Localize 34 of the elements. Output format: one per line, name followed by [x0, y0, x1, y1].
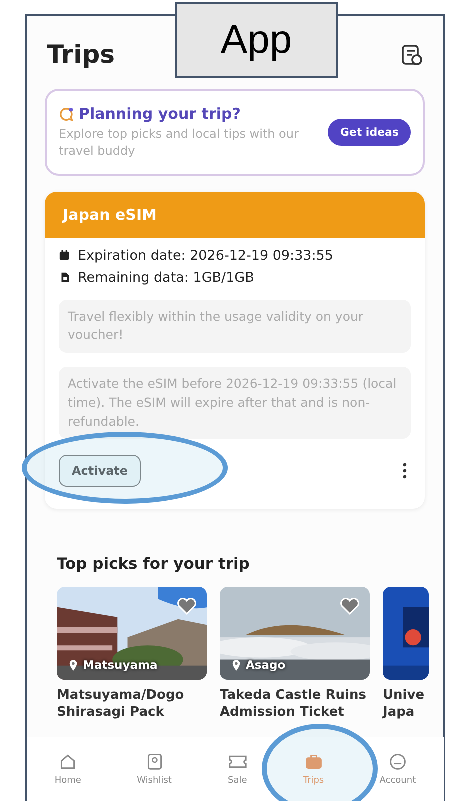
sim-card-icon [59, 272, 70, 284]
itinerary-icon[interactable] [401, 44, 423, 66]
nav-tab[interactable]: Sale [228, 752, 248, 786]
product-title[interactable]: Takeda Castle Ruins Admission Ticket [220, 688, 370, 722]
detail-text: Expiration date: 2026-12-19 09:33:55 [78, 248, 334, 264]
nav-tab[interactable]: Wishlist [137, 752, 172, 786]
account-icon [388, 752, 407, 770]
promo-description: Explore top picks and local tips with our travel buddy [59, 126, 300, 160]
calendar-icon [59, 250, 70, 262]
promo-title: Planning your trip? [79, 105, 241, 123]
location-label: Asago [246, 658, 286, 672]
location-pin-icon [69, 660, 78, 671]
more-icon[interactable] [403, 463, 407, 480]
wishlist-icon [146, 752, 164, 770]
location-label: Matsuyama [83, 658, 158, 672]
activate-button[interactable]: Activate [59, 455, 142, 488]
nav-tab[interactable]: Home [54, 752, 82, 786]
note-text: Activate the eSIM before 2026-12-19 09:33:55 (local time). The eSIM will expire after that and is non-refundable. [68, 376, 397, 429]
nav-tab[interactable]: Account [380, 752, 416, 786]
chat-bubble-icon [59, 106, 74, 122]
note-text: Travel flexibly within the usage validity on your voucher! [68, 308, 364, 342]
suitcase-icon [304, 752, 323, 770]
get-ideas-button[interactable]: Get ideas [328, 118, 411, 146]
esim-title: Japan eSIM [63, 206, 157, 224]
product-title[interactable]: Matsuyama/Dogo Shirasagi Pack [57, 688, 207, 722]
home-icon [59, 752, 78, 770]
overlay-label: App [175, 2, 338, 78]
detail-text: Remaining data: 1GB/1GB [78, 270, 254, 286]
heart-icon[interactable] [177, 597, 197, 616]
page-title: Trips [47, 40, 115, 69]
product-title[interactable]: Unive Japa [383, 688, 429, 722]
location-pin-icon [232, 660, 241, 671]
section-title: Top picks for your trip [57, 555, 251, 574]
heart-icon[interactable] [340, 597, 360, 616]
